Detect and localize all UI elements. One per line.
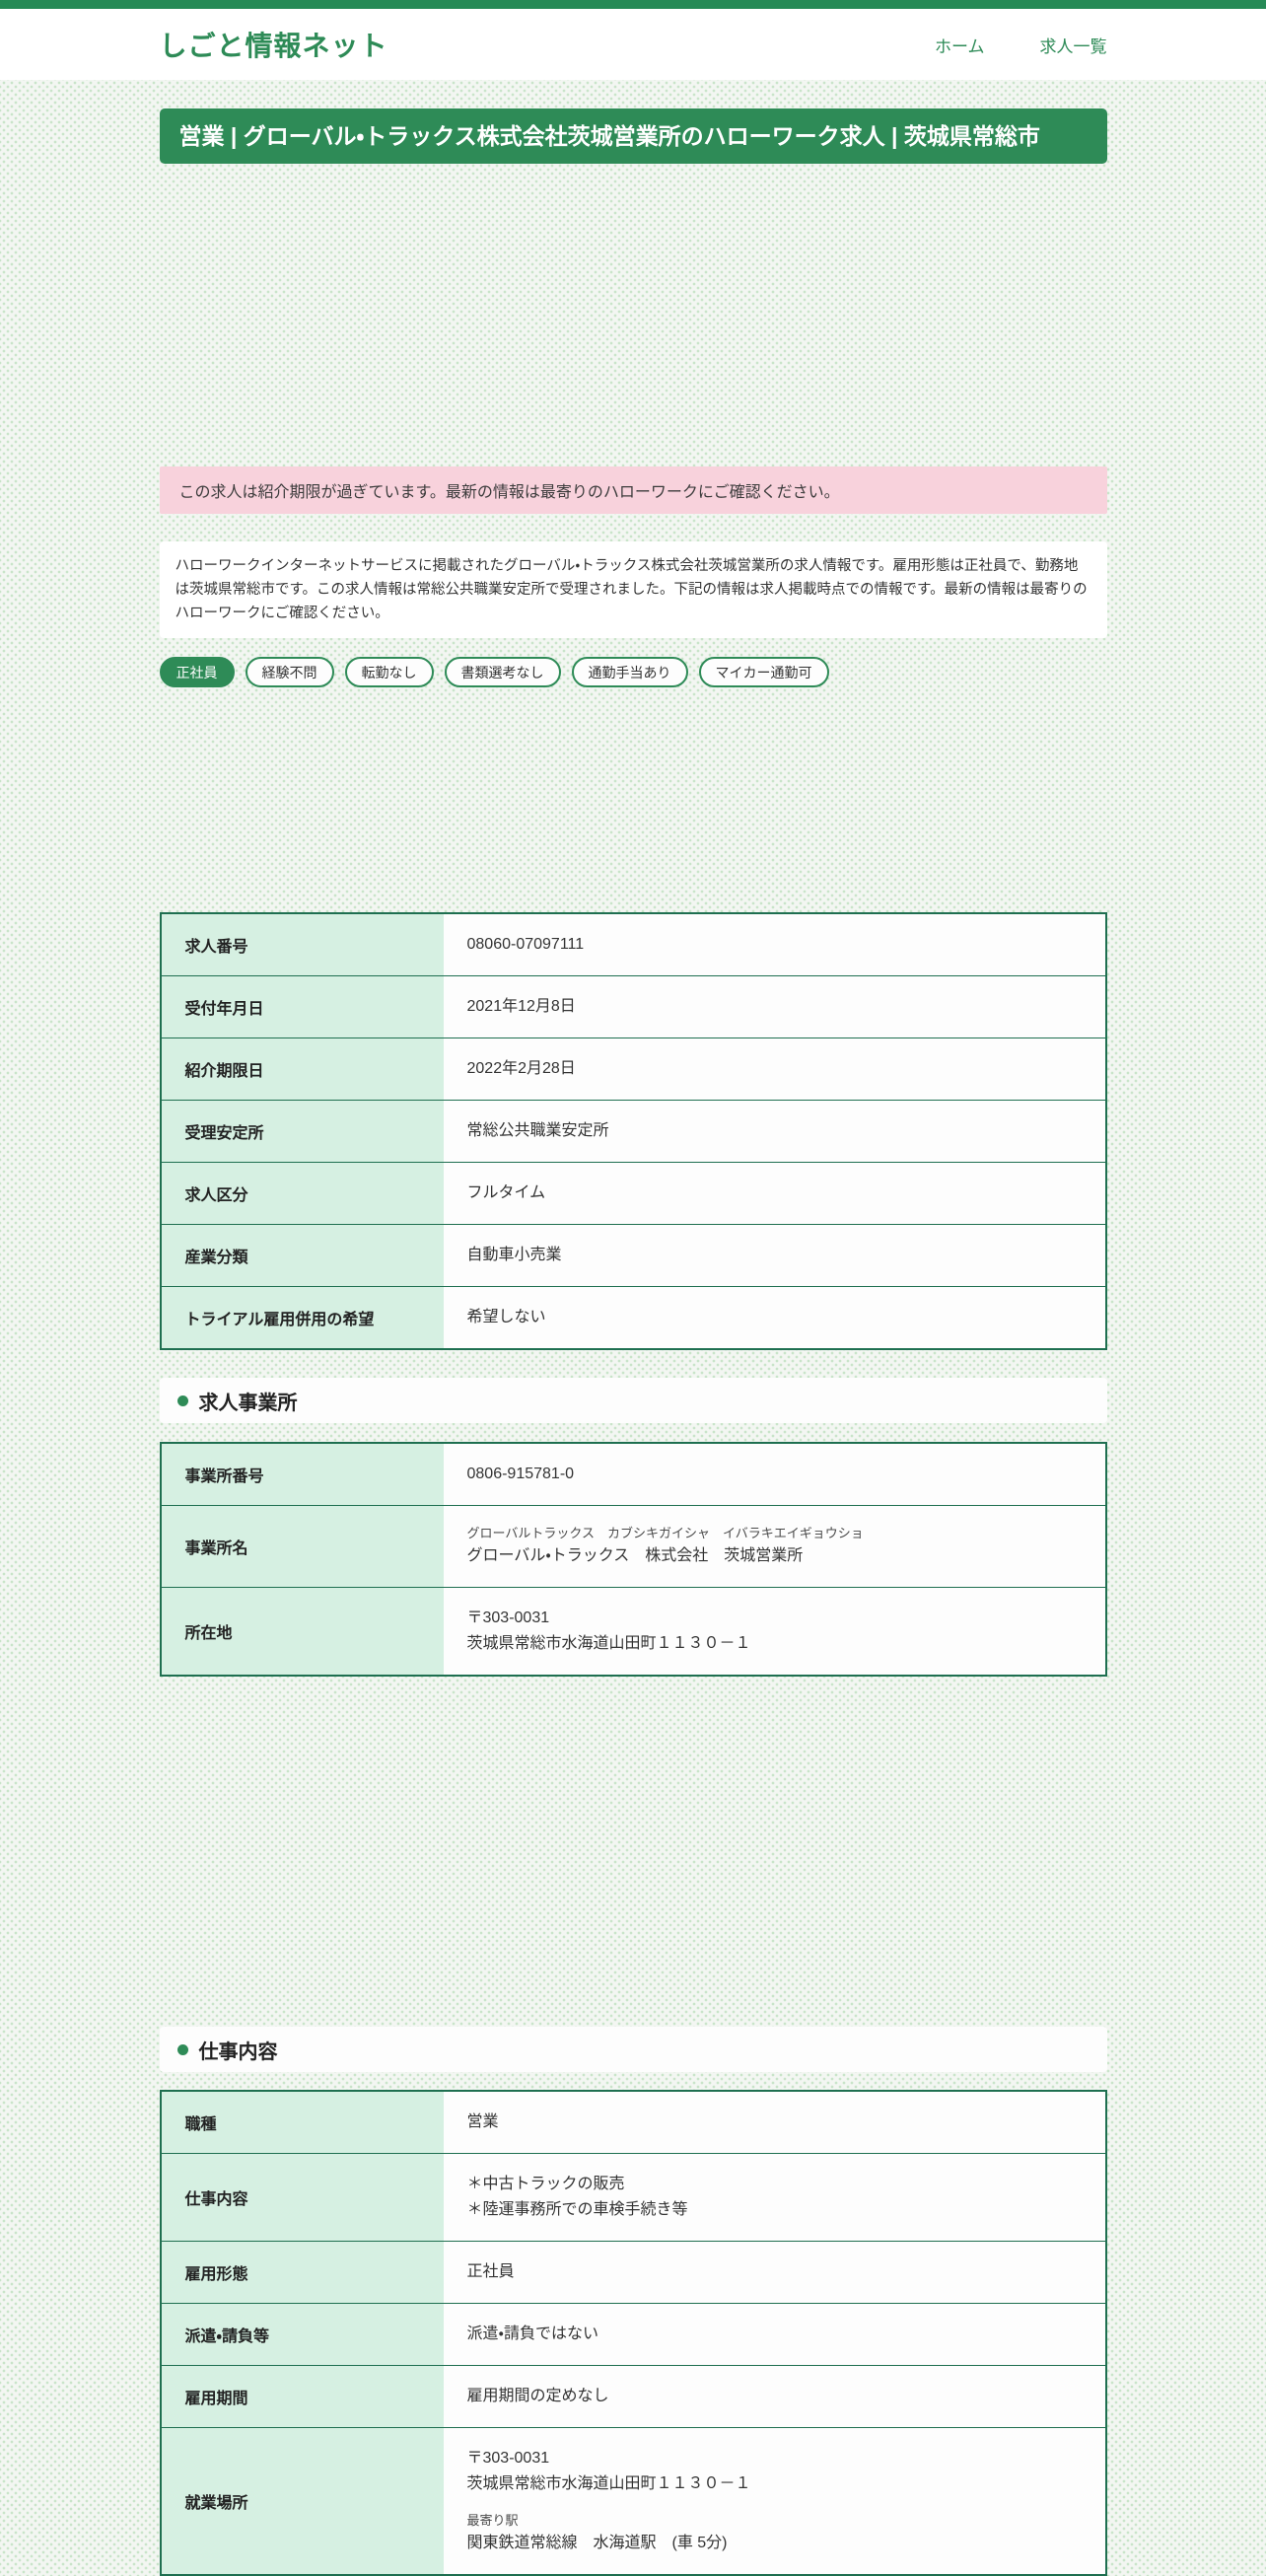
table-row: 雇用形態 正社員 (160, 2241, 1106, 2304)
row-value-line: ＊中古トラックの販売 (466, 2176, 625, 2192)
row-label: 雇用形態 (160, 2241, 444, 2304)
row-value-line: ＊陸運事務所での車検手続き等 (466, 2201, 688, 2218)
tag-badge: 書類選考なし (444, 657, 561, 687)
row-value: 〒303-0031 茨城県常総市水海道山田町１１３０－１ (444, 1588, 1106, 1677)
nav-link-job-list[interactable]: 求人一覧 (1040, 33, 1107, 57)
job-summary: ハローワークインターネットサービスに掲載されたグローバル・トラックス株式会社茨城… (159, 541, 1107, 638)
row-label: 求人区分 (160, 1162, 444, 1225)
table-row: 所在地 〒303-0031 茨城県常総市水海道山田町１１３０－１ (160, 1587, 1106, 1677)
site-header: しごと情報ネット ホーム 求人一覧 (0, 9, 1266, 80)
section-job: 仕事内容 (159, 2027, 1107, 2072)
table-row: 求人番号 08060-07097111 (160, 913, 1106, 976)
row-value-line: 茨城県常総市水海道山田町１１３０－１ (466, 2475, 751, 2492)
row-label: 受付年月日 (160, 975, 444, 1038)
table-row: 仕事内容 ＊中古トラックの販売 ＊陸運事務所での車検手続き等 (160, 2153, 1106, 2242)
row-value-line: 茨城県常総市水海道山田町１１３０－１ (466, 1635, 751, 1652)
row-value: フルタイム (444, 1163, 1106, 1225)
row-label: 事業所名 (160, 1505, 444, 1588)
page-title: 営業 | グローバル・トラックス株式会社茨城営業所のハローワーク求人 | 茨城県… (159, 108, 1107, 164)
row-value-line: 自動車小売業 (466, 1247, 562, 1263)
row-value-line: 〒303-0031 (466, 2450, 550, 2467)
section-job-title: 仕事内容 (198, 2040, 278, 2063)
row-value: グローバルトラックス カブシキガイシャ イバラキエイギョウショ グローバル・トラッ… (444, 1506, 1106, 1588)
table-row: 派遣・請負等 派遣・請負ではない (160, 2303, 1106, 2366)
job-table: 職種 営業仕事内容 ＊中古トラックの販売 ＊陸運事務所での車検手続き等雇用形態 正社員派… (159, 2090, 1107, 2576)
row-value-line: 関東鉄道常総線 水海道駅 (車 5分) (466, 2535, 728, 2551)
row-value: 常総公共職業安定所 (444, 1101, 1106, 1163)
row-value-line: 2021年12月8日 (466, 998, 576, 1015)
table-row: 雇用期間 雇用期間の定めなし (160, 2365, 1106, 2428)
row-label: 事業所番号 (160, 1443, 444, 1506)
row-label: 就業場所 (160, 2427, 444, 2575)
row-label: 所在地 (160, 1587, 444, 1676)
tag-badge: 正社員 (159, 657, 235, 687)
row-value: 自動車小売業 (444, 1225, 1106, 1287)
row-value-line: 希望しない (466, 1309, 546, 1325)
row-value-line: 派遣・請負ではない (466, 2326, 598, 2342)
row-value-line: フルタイム (466, 1184, 546, 1201)
expired-notice-text: この求人は紹介期限が過ぎています。最新の情報は最寄りのハローワークにご確認くださ… (178, 484, 840, 501)
job-summary-text: ハローワークインターネットサービスに掲載されたグローバル・トラックス株式会社茨城… (175, 558, 1088, 621)
row-value-line: 営業 (466, 2113, 499, 2130)
office-table: 事業所番号 0806-915781-0 事業所名 グローバルトラックス カブシキガイシ… (159, 1442, 1107, 1677)
table-row: 受理安定所 常総公共職業安定所 (160, 1100, 1106, 1163)
row-label: 求人番号 (160, 913, 444, 976)
row-value-line: 雇用期間の定めなし (466, 2388, 609, 2404)
table-row: 紹介期限日 2022年2月28日 (160, 1038, 1106, 1101)
row-label: 仕事内容 (160, 2153, 444, 2242)
table-row: トライアル雇用併用の希望 希望しない (160, 1286, 1106, 1350)
table-row: 事業所名 グローバルトラックス カブシキガイシャ イバラキエイギョウショ グローバル… (160, 1505, 1106, 1588)
row-value: 0806-915781-0 (444, 1443, 1106, 1506)
row-label: トライアル雇用併用の希望 (160, 1286, 444, 1349)
site-logo[interactable]: しごと情報ネット (160, 25, 388, 64)
main-nav: ホーム 求人一覧 (935, 33, 1107, 57)
row-value-line: 正社員 (466, 2263, 515, 2280)
row-label: 派遣・請負等 (160, 2303, 444, 2366)
row-value-line: 2022年2月28日 (466, 1060, 576, 1077)
overview-table: 求人番号 08060-07097111 受付年月日 2021年12月8日紹介期限日 20… (159, 912, 1107, 1350)
section-office-title: 求人事業所 (198, 1392, 298, 1414)
table-row: 受付年月日 2021年12月8日 (160, 975, 1106, 1038)
row-value: 正社員 (444, 2242, 1106, 2304)
row-label: 産業分類 (160, 1224, 444, 1287)
row-label: 雇用期間 (160, 2365, 444, 2428)
row-value: 雇用期間の定めなし (444, 2366, 1106, 2428)
top-accent-bar (0, 0, 1266, 9)
row-label: 受理安定所 (160, 1100, 444, 1163)
expired-notice: この求人は紹介期限が過ぎています。最新の情報は最寄りのハローワークにご確認くださ… (159, 466, 1107, 514)
table-row: 産業分類 自動車小売業 (160, 1224, 1106, 1287)
row-value-line: 0806-915781-0 (466, 1466, 575, 1482)
row-value-line: 常総公共職業安定所 (466, 1122, 609, 1139)
bullet-dot-icon (176, 1395, 188, 1406)
table-row: 職種 営業 (160, 2091, 1106, 2154)
row-value-line: 最寄り駅 (466, 2513, 519, 2528)
row-value: ＊中古トラックの販売 ＊陸運事務所での車検手続き等 (444, 2154, 1106, 2242)
row-value-line: 〒303-0031 (466, 1610, 550, 1626)
table-row: 求人区分 フルタイム (160, 1162, 1106, 1225)
tag-list: 正社員 経験不問 転勤なし 書類選考なし 通勤手当あり マイカー通勤可 (159, 657, 1107, 687)
nav-link-home[interactable]: ホーム (935, 33, 985, 57)
row-value: 08060-07097111 (444, 913, 1106, 976)
row-value: 営業 (444, 2091, 1106, 2154)
row-value: 〒303-0031 茨城県常総市水海道山田町１１３０－１ 最寄り駅関東鉄道常総線 水… (444, 2428, 1106, 2576)
row-label: 職種 (160, 2091, 444, 2154)
row-value-line: 08060-07097111 (466, 936, 585, 953)
row-value: 希望しない (444, 1287, 1106, 1350)
table-row: 事業所番号 0806-915781-0 (160, 1443, 1106, 1506)
tag-badge: 転勤なし (344, 657, 434, 687)
table-row: 就業場所 〒303-0031 茨城県常総市水海道山田町１１３０－１ 最寄り駅関東鉄道常… (160, 2427, 1106, 2576)
row-value: 2022年2月28日 (444, 1038, 1106, 1101)
row-label: 紹介期限日 (160, 1038, 444, 1101)
row-value-line: グローバル・トラックス 株式会社 茨城営業所 (466, 1547, 804, 1564)
tag-badge: 経験不問 (245, 657, 334, 687)
section-office: 求人事業所 (159, 1378, 1107, 1423)
row-value: 2021年12月8日 (444, 976, 1106, 1038)
tag-badge: マイカー通勤可 (698, 657, 829, 687)
bullet-dot-icon (176, 2043, 188, 2055)
tag-badge: 通勤手当あり (571, 657, 688, 687)
row-value: 派遣・請負ではない (444, 2304, 1106, 2366)
row-value-line: グローバルトラックス カブシキガイシャ イバラキエイギョウショ (466, 1526, 864, 1540)
